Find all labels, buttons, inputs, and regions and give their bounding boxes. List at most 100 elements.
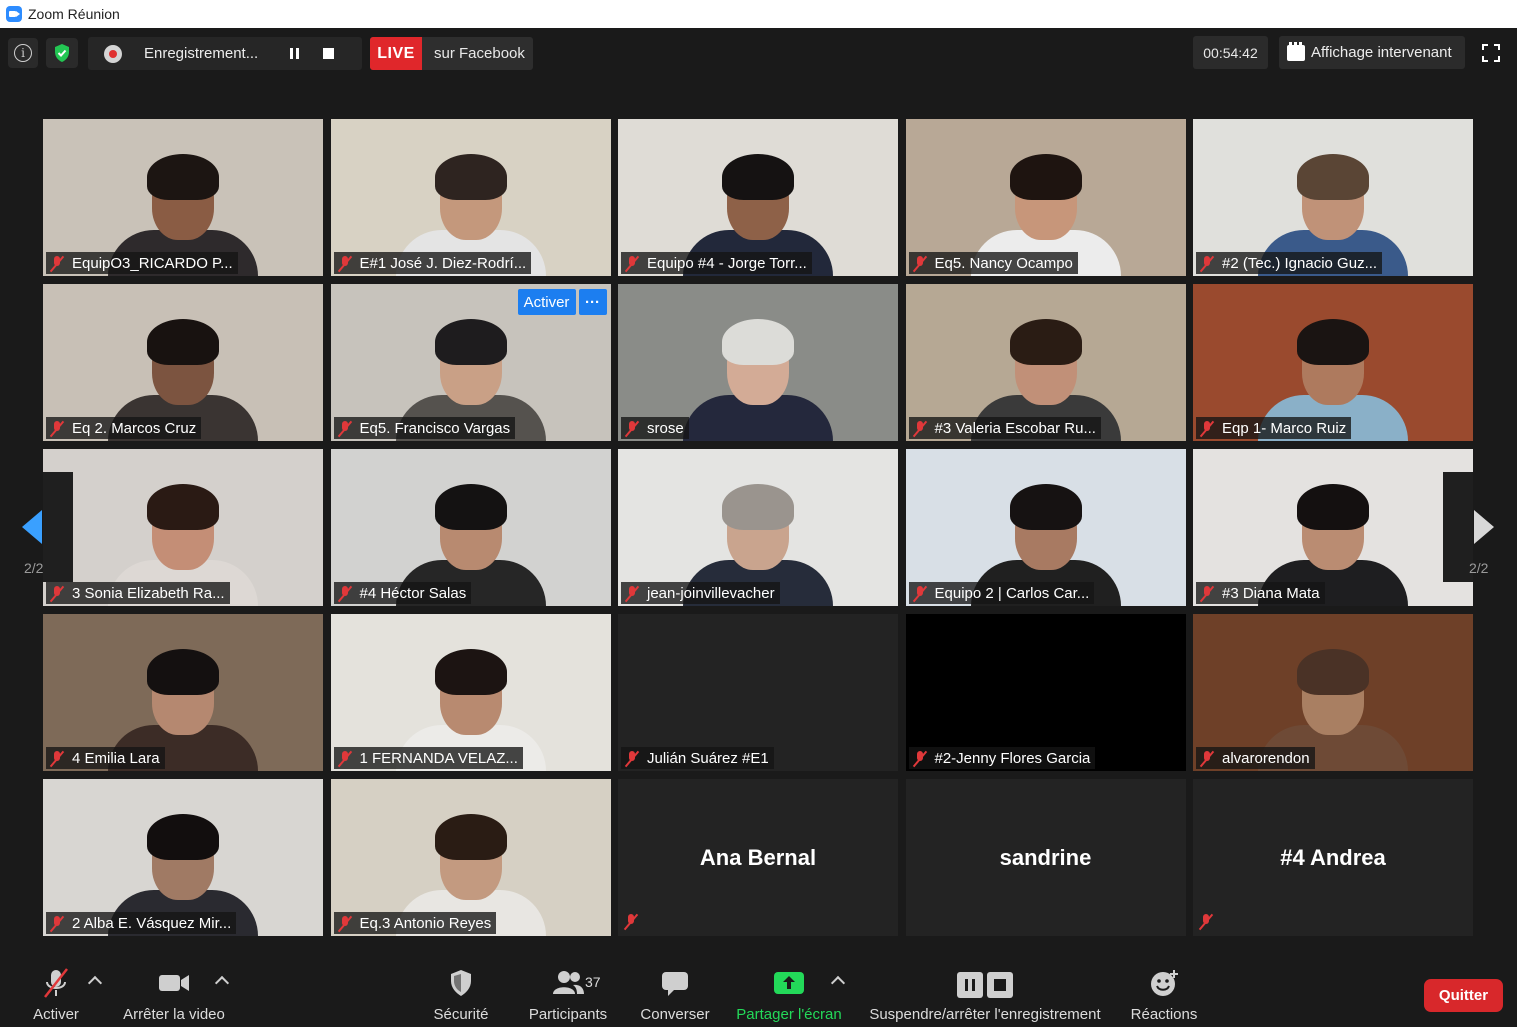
view-layout-icon — [1287, 41, 1305, 61]
next-page-arrow-icon[interactable] — [1474, 510, 1494, 544]
participant-tile[interactable]: #3 Valeria Escobar Ru... — [905, 284, 1186, 441]
chat-bubble-icon — [662, 972, 688, 996]
participant-name: srose — [647, 419, 684, 437]
muted-mic-icon — [913, 420, 927, 437]
participant-tile[interactable]: 1 FERNANDA VELAZ... — [330, 614, 611, 771]
muted-mic-icon — [338, 585, 352, 602]
meeting-timer: 00:54:42 — [1193, 36, 1268, 69]
participants-icon — [553, 971, 584, 994]
speaker-view-button[interactable]: Affichage intervenant — [1279, 36, 1465, 69]
share-screen-button[interactable]: Partager l'écran — [732, 960, 846, 1027]
participant-tile[interactable]: sandrine — [905, 779, 1186, 936]
video-camera-icon — [159, 975, 189, 991]
participant-tile[interactable]: #3 Diana Mata — [1193, 449, 1473, 606]
participant-tile[interactable]: #2 (Tec.) Ignacio Guz... — [1193, 119, 1473, 276]
recording-control-button[interactable]: Suspendre/arrêter l'enregistrement — [862, 960, 1108, 1027]
participant-name-display: sandrine — [999, 844, 1092, 870]
participant-name: Eq5. Francisco Vargas — [359, 419, 511, 437]
shield-check-icon — [55, 44, 69, 62]
participant-tile[interactable]: #2-Jenny Flores Garcia — [905, 614, 1186, 771]
participant-tile[interactable]: Eqp 1- Marco Ruiz — [1193, 284, 1473, 441]
pause-icon — [289, 48, 299, 59]
participant-name-tag: EquipO3_RICARDO P... — [46, 252, 238, 274]
muted-mic-icon — [1200, 585, 1214, 602]
participant-tile[interactable]: 3 Sonia Elizabeth Ra... — [43, 449, 323, 606]
participant-name-tag: Eqp 1- Marco Ruiz — [1196, 417, 1352, 439]
participant-tile[interactable]: Equipo #4 - Jorge Torr... — [618, 119, 898, 276]
participant-name-display: #4 Andrea — [1280, 844, 1386, 870]
participant-tile[interactable]: 4 Emilia Lara — [43, 614, 323, 771]
participant-name-tag: #3 Diana Mata — [1196, 582, 1325, 604]
participant-tile[interactable]: Eq5. Nancy Ocampo — [905, 119, 1186, 276]
participant-name: Eq.3 Antonio Reyes — [359, 914, 492, 932]
participant-name-tag: #4 Héctor Salas — [333, 582, 472, 604]
participant-name: #3 Valeria Escobar Ru... — [934, 419, 1096, 437]
stop-video-button[interactable]: Arrêter la video — [118, 960, 230, 1027]
meeting-info-button[interactable]: i — [8, 38, 38, 68]
prev-page-panel — [43, 472, 73, 582]
stop-recording-button[interactable] — [314, 41, 342, 67]
muted-mic-icon — [625, 750, 639, 767]
participant-name-tag: 3 Sonia Elizabeth Ra... — [46, 582, 230, 604]
participant-tile[interactable]: srose — [618, 284, 898, 441]
unmute-button[interactable]: Activer — [26, 960, 86, 1027]
participant-tile[interactable]: alvarorendon — [1193, 614, 1473, 771]
participant-name-tag: jean-joinvillevacher — [621, 582, 780, 604]
participant-tile[interactable]: #4 Héctor Salas — [330, 449, 611, 606]
participant-name: Eq5. Nancy Ocampo — [934, 254, 1073, 272]
participant-name-tag: srose — [621, 417, 689, 439]
participant-name-tag: #3 Valeria Escobar Ru... — [908, 417, 1101, 439]
page-indicator-right: 2/2 — [1469, 560, 1489, 576]
muted-mic-icon — [913, 750, 927, 767]
participant-tile[interactable]: EquipO3_RICARDO P... — [43, 119, 323, 276]
participants-label: Participants — [528, 1006, 608, 1023]
leave-meeting-button[interactable]: Quitter — [1424, 979, 1503, 1012]
participant-tile[interactable]: #4 Andrea — [1193, 779, 1473, 936]
muted-mic-icon — [50, 420, 64, 437]
fullscreen-button[interactable] — [1478, 40, 1504, 66]
participant-name: Eq 2. Marcos Cruz — [72, 419, 197, 437]
participant-tile[interactable]: 2 Alba E. Vásquez Mir... — [43, 779, 323, 936]
muted-mic-icon — [1200, 255, 1214, 272]
audio-options-caret-icon[interactable] — [87, 975, 103, 991]
participant-name: Equipo #4 - Jorge Torr... — [647, 254, 807, 272]
unmute-participant-button[interactable]: Activer — [517, 289, 576, 315]
muted-mic-icon — [338, 255, 352, 272]
muted-mic-icon — [1200, 750, 1214, 767]
gallery-grid: EquipO3_RICARDO P... E#1 José J. Diez-Rod… — [43, 119, 1473, 936]
security-button[interactable]: Sécurité — [430, 960, 492, 1027]
participant-tile[interactable]: Ana Bernal — [618, 779, 898, 936]
pause-recording-button[interactable] — [280, 41, 308, 67]
participant-name: #3 Diana Mata — [1222, 584, 1320, 602]
muted-mic-icon — [625, 420, 639, 437]
participant-tile[interactable]: Eq.3 Antonio Reyes — [330, 779, 611, 936]
participant-tile[interactable]: jean-joinvillevacher — [618, 449, 898, 606]
participant-name: Equipo 2 | Carlos Car... — [934, 584, 1090, 602]
participant-tile[interactable]: Equipo 2 | Carlos Car... — [905, 449, 1186, 606]
muted-mic-icon — [625, 255, 639, 272]
participant-tile[interactable]: Julián Suárez #E1 — [618, 614, 898, 771]
share-screen-icon — [774, 972, 804, 994]
participant-tile[interactable]: Eq5. Francisco Vargas Activer ··· — [330, 284, 611, 441]
more-options-button[interactable]: ··· — [578, 289, 607, 315]
live-stream-indicator[interactable]: LIVE sur Facebook — [370, 37, 533, 70]
participant-tile[interactable]: Eq 2. Marcos Cruz — [43, 284, 323, 441]
participant-name: 2 Alba E. Vásquez Mir... — [72, 914, 232, 932]
recording-indicator: Enregistrement... — [88, 37, 362, 70]
participant-name: alvarorendon — [1222, 749, 1310, 767]
muted-mic-icon — [913, 255, 927, 272]
reactions-button[interactable]: Réactions — [1128, 960, 1200, 1027]
security-label: Sécurité — [433, 1006, 489, 1023]
zoom-logo-icon — [6, 6, 22, 22]
muted-mic-icon — [338, 915, 352, 932]
info-icon: i — [14, 44, 32, 62]
live-badge: LIVE — [370, 37, 422, 70]
participant-name: #2 (Tec.) Ignacio Guz... — [1222, 254, 1378, 272]
prev-page-arrow-icon[interactable] — [22, 510, 42, 544]
participant-tile[interactable]: E#1 José J. Diez-Rodrí... — [330, 119, 611, 276]
muted-mic-icon — [338, 750, 352, 767]
participants-button[interactable]: Participants — [526, 960, 610, 1027]
chat-button[interactable]: Converser — [638, 960, 712, 1027]
microphone-muted-icon — [44, 968, 68, 998]
encryption-status-button[interactable] — [46, 38, 78, 68]
